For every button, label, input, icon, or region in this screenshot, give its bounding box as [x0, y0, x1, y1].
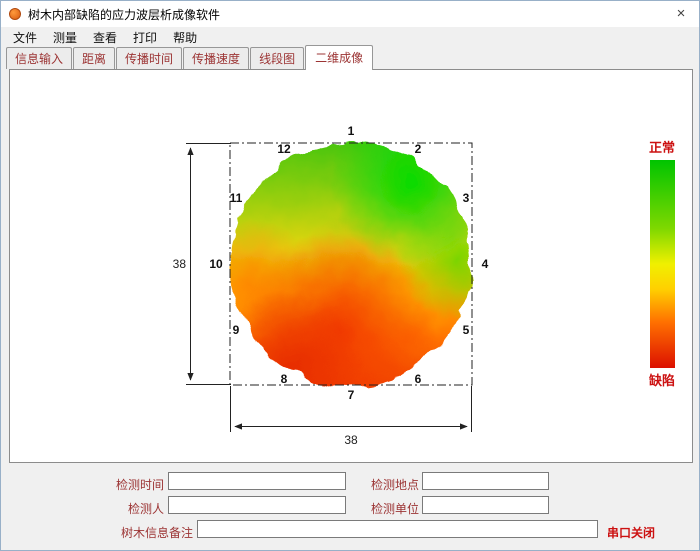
- close-button[interactable]: ×: [663, 1, 699, 27]
- label-detect-location: 检测地点: [364, 476, 419, 493]
- inspector-input[interactable]: [168, 496, 346, 514]
- titlebar: 树木内部缺陷的应力波层析成像软件 ×: [1, 1, 699, 27]
- sensor-label-7: 7: [348, 388, 355, 402]
- app-window: 树木内部缺陷的应力波层析成像软件 × 文件 测量 查看 打印 帮助 信息输入 距…: [0, 0, 700, 551]
- menu-measure[interactable]: 测量: [45, 27, 85, 48]
- tab-2d-imaging[interactable]: 二维成像: [305, 45, 373, 70]
- tab-distance[interactable]: 距离: [73, 47, 115, 69]
- sensor-label-11: 11: [230, 191, 243, 205]
- sensor-label-10: 10: [209, 257, 223, 271]
- label-detect-unit: 检测单位: [364, 500, 419, 517]
- sensor-label-12: 12: [277, 142, 291, 156]
- menu-file[interactable]: 文件: [5, 27, 45, 48]
- menu-view[interactable]: 查看: [85, 27, 125, 48]
- tree-remarks-input[interactable]: [197, 520, 598, 538]
- sensor-label-2: 2: [415, 142, 422, 156]
- sensor-label-3: 3: [463, 191, 470, 205]
- window-title: 树木内部缺陷的应力波层析成像软件: [28, 6, 220, 23]
- sensor-label-4: 4: [482, 257, 489, 271]
- width-dimension-label: 38: [344, 433, 358, 447]
- label-inspector: 检测人: [109, 500, 164, 517]
- sensor-label-1: 1: [348, 124, 355, 138]
- legend-top-label: 正常: [649, 140, 675, 155]
- imaging-canvas: 38 38 1 2 3 4 5 6 7 8 9 10 11 12: [10, 70, 692, 462]
- legend-bottom-label: 缺陷: [648, 373, 675, 388]
- sensor-label-5: 5: [463, 323, 470, 337]
- tomography-map: [220, 133, 482, 395]
- label-tree-remarks: 树木信息备注: [113, 524, 193, 541]
- info-form: 检测时间 检测地点 检测人 检测单位 树木信息备注 串口关闭: [1, 463, 700, 551]
- tab-info-input[interactable]: 信息输入: [6, 47, 72, 69]
- height-dimension-label: 38: [173, 257, 187, 271]
- tab-propagation-time[interactable]: 传播时间: [116, 47, 182, 69]
- legend-bar: [650, 160, 675, 368]
- tabbar: 信息输入 距离 传播时间 传播速度 线段图 二维成像: [1, 48, 699, 69]
- sensor-label-6: 6: [415, 372, 422, 386]
- imaging-panel: 38 38 1 2 3 4 5 6 7 8 9 10 11 12: [9, 69, 693, 463]
- detect-location-input[interactable]: [422, 472, 549, 490]
- detect-time-input[interactable]: [168, 472, 346, 490]
- label-detect-time: 检测时间: [109, 476, 164, 493]
- menu-help[interactable]: 帮助: [165, 27, 205, 48]
- sensor-label-8: 8: [281, 372, 288, 386]
- menu-print[interactable]: 打印: [125, 27, 165, 48]
- detect-unit-input[interactable]: [422, 496, 549, 514]
- tab-propagation-speed[interactable]: 传播速度: [183, 47, 249, 69]
- sensor-label-9: 9: [233, 323, 240, 337]
- tab-line-graph[interactable]: 线段图: [250, 47, 304, 69]
- app-logo-icon: [9, 8, 21, 20]
- serial-port-status: 串口关闭: [607, 524, 655, 541]
